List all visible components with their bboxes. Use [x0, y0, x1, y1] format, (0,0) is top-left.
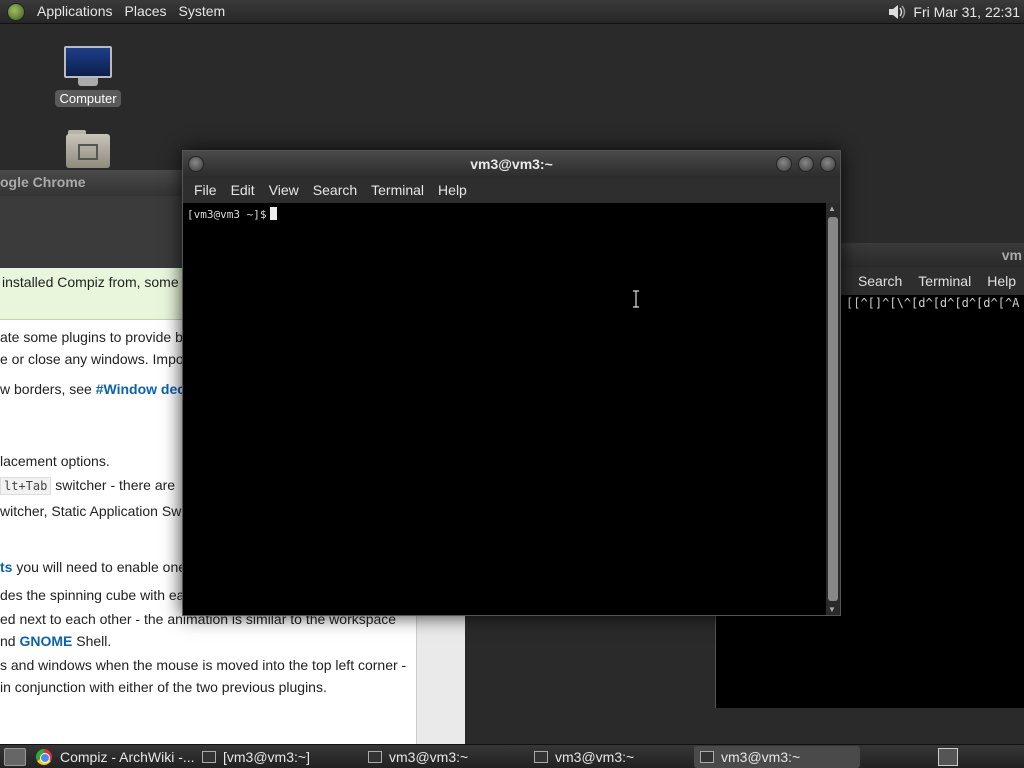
- text-line: ate some plugins to provide b: [0, 329, 183, 345]
- close-icon[interactable]: [820, 156, 836, 172]
- text-line: witcher, Static Application Sw: [0, 503, 182, 519]
- effects-link[interactable]: ts: [0, 559, 12, 575]
- home-folder-icon: [66, 130, 110, 168]
- computer-icon: [64, 46, 112, 88]
- code-snippet: lt+Tab: [0, 477, 52, 495]
- ibeam-cursor-icon: [633, 290, 639, 308]
- taskbar-item-terminal-active[interactable]: vm3@vm3:~: [694, 745, 860, 768]
- text-line: lacement options.: [0, 453, 110, 469]
- text-line: in conjunction with either of the two pr…: [0, 679, 327, 695]
- window-menu-icon[interactable]: [188, 156, 204, 172]
- text-line: lt+Tab switcher - there are: [0, 474, 175, 497]
- menu-search[interactable]: Search: [306, 182, 364, 198]
- menu-terminal[interactable]: Terminal: [910, 273, 979, 289]
- text-line: e or close any windows. Impo: [0, 351, 184, 367]
- taskbar-item-terminal[interactable]: [vm3@vm3:~]: [196, 746, 362, 768]
- terminal-scrollbar[interactable]: ▲ ▼: [826, 203, 840, 615]
- scrollbar-thumb[interactable]: [828, 217, 838, 601]
- text-line: nd GNOME Shell.: [0, 633, 112, 649]
- maximize-icon[interactable]: [798, 156, 814, 172]
- terminal-titlebar[interactable]: vm3@vm3:~: [183, 151, 840, 177]
- taskbar-item-terminal[interactable]: vm3@vm3:~: [362, 746, 528, 768]
- terminal-icon: [368, 750, 382, 763]
- workspace-switcher-icon[interactable]: [938, 748, 958, 766]
- terminal-icon: [202, 750, 216, 763]
- desktop-icon-computer[interactable]: Computer: [53, 46, 123, 107]
- text-line: s and windows when the mouse is moved in…: [0, 657, 407, 673]
- menu-file[interactable]: File: [187, 182, 224, 198]
- taskbar-item-chrome[interactable]: Compiz - ArchWiki -...: [30, 746, 196, 768]
- desktop-icon-home[interactable]: [53, 130, 123, 168]
- window-title: vm3@vm3:~: [470, 156, 553, 172]
- minimize-icon[interactable]: [776, 156, 792, 172]
- menu-edit[interactable]: Edit: [224, 182, 262, 198]
- speaker-icon[interactable]: [885, 1, 907, 23]
- scroll-down-icon[interactable]: ▼: [828, 605, 836, 614]
- text-line: ts you will need to enable one: [0, 559, 187, 575]
- taskbar-item-terminal[interactable]: vm3@vm3:~: [528, 746, 694, 768]
- menu-terminal[interactable]: Terminal: [364, 182, 431, 198]
- window-decorations-link[interactable]: #Window dec: [96, 381, 185, 397]
- menu-help[interactable]: Help: [431, 182, 474, 198]
- terminal-window-front[interactable]: vm3@vm3:~ File Edit View Search Terminal…: [182, 150, 841, 616]
- terminal-icon: [700, 750, 714, 763]
- menu-search[interactable]: Search: [850, 273, 910, 289]
- clock[interactable]: Fri Mar 31, 22:31: [913, 4, 1024, 20]
- taskbar: Compiz - ArchWiki -... [vm3@vm3:~] vm3@v…: [0, 744, 1024, 768]
- menu-places[interactable]: Places: [119, 0, 173, 24]
- gnome-link[interactable]: GNOME: [19, 633, 72, 649]
- text-line: des the spinning cube with ea: [0, 587, 185, 603]
- menu-system[interactable]: System: [173, 0, 232, 24]
- text-line: w borders, see #Window dec: [0, 381, 186, 397]
- text-cursor: [270, 207, 278, 220]
- terminal-screen[interactable]: [vm3@vm3 ~]$: [183, 203, 826, 615]
- chrome-icon: [36, 748, 52, 765]
- top-panel: Applications Places System Fri Mar 31, 2…: [0, 0, 1024, 24]
- menu-applications[interactable]: Applications: [31, 0, 119, 24]
- terminal-menubar: File Edit View Search Terminal Help: [183, 177, 840, 203]
- terminal-icon: [534, 750, 548, 763]
- scroll-up-icon[interactable]: ▲: [828, 204, 836, 213]
- menu-view[interactable]: View: [262, 182, 306, 198]
- distro-logo-icon[interactable]: [7, 2, 25, 21]
- show-desktop-icon[interactable]: [4, 747, 26, 766]
- shell-prompt: [vm3@vm3 ~]$: [187, 208, 267, 221]
- menu-help[interactable]: Help: [979, 273, 1024, 289]
- desktop-icon-label: Computer: [55, 90, 121, 107]
